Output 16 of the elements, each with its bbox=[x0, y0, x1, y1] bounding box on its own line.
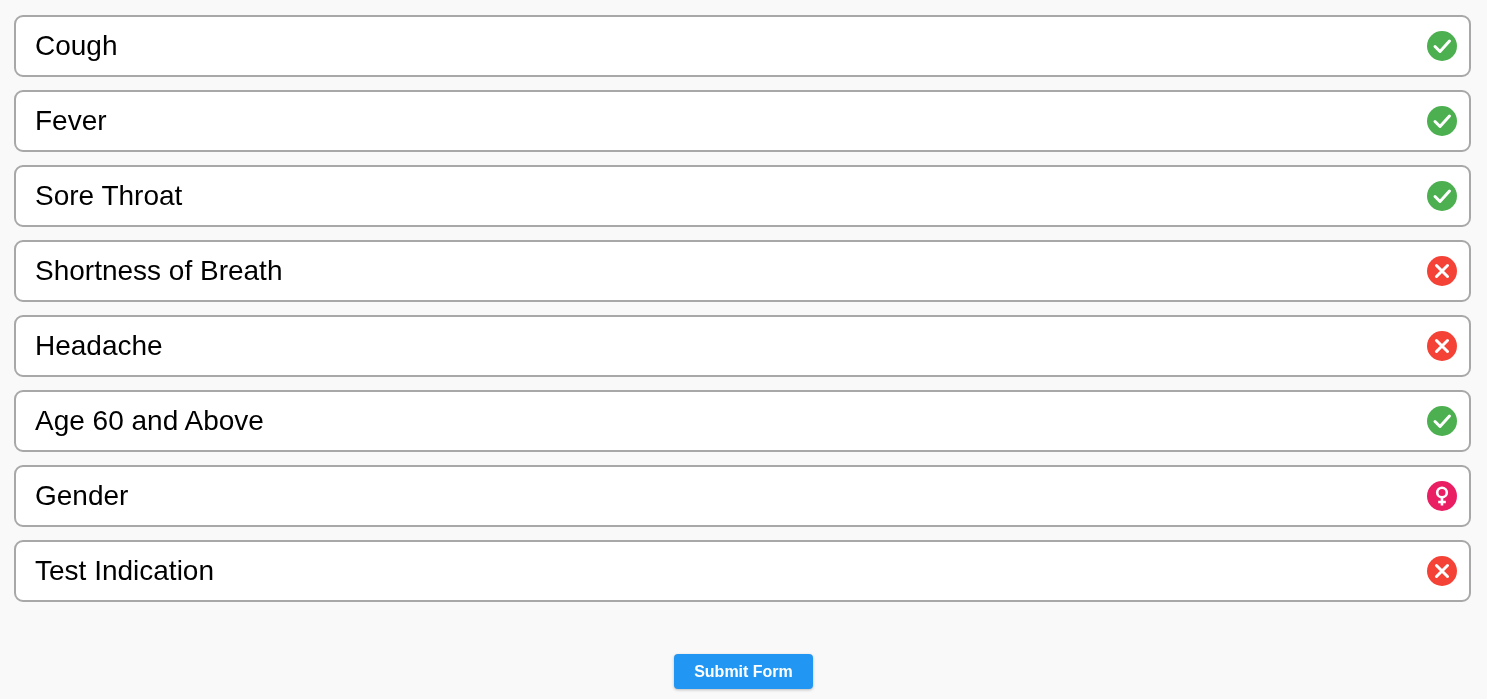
symptom-label: Shortness of Breath bbox=[35, 255, 283, 287]
symptom-row[interactable]: Sore Throat bbox=[14, 165, 1471, 227]
symptom-label: Age 60 and Above bbox=[35, 405, 264, 437]
symptom-row[interactable]: Shortness of Breath bbox=[14, 240, 1471, 302]
symptom-row[interactable]: Gender bbox=[14, 465, 1471, 527]
symptom-row[interactable]: Headache bbox=[14, 315, 1471, 377]
symptom-label: Cough bbox=[35, 30, 118, 62]
symptom-label: Gender bbox=[35, 480, 129, 512]
symptom-label: Test Indication bbox=[35, 555, 214, 587]
symptom-label: Sore Throat bbox=[35, 180, 183, 212]
symptom-label: Fever bbox=[35, 105, 107, 137]
symptom-row[interactable]: Cough bbox=[14, 15, 1471, 77]
symptom-label: Headache bbox=[35, 330, 163, 362]
symptom-row[interactable]: Fever bbox=[14, 90, 1471, 152]
symptom-row[interactable]: Age 60 and Above bbox=[14, 390, 1471, 452]
symptom-row[interactable]: Test Indication bbox=[14, 540, 1471, 602]
